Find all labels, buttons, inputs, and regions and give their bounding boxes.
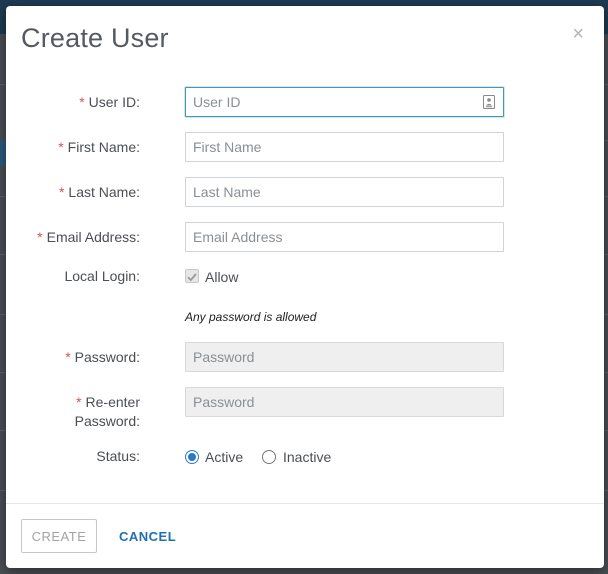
required-marker: * xyxy=(65,349,71,365)
user-id-label: * User ID: xyxy=(79,94,140,110)
reenter-password-label: * Re-enter Password: xyxy=(74,394,140,429)
create-button[interactable]: CREATE xyxy=(21,519,97,553)
status-inactive-radio[interactable] xyxy=(262,450,276,464)
dialog-title: Create User xyxy=(21,23,169,53)
required-marker: * xyxy=(79,94,85,110)
status-active-label: Active xyxy=(205,449,244,465)
close-icon[interactable]: × xyxy=(572,24,584,44)
allow-label: Allow xyxy=(205,269,239,285)
required-marker: * xyxy=(37,229,43,245)
last-name-label: * Last Name: xyxy=(58,184,140,200)
password-label: * Password: xyxy=(65,349,140,365)
allow-local-login-checkbox[interactable] xyxy=(185,269,199,283)
required-marker: * xyxy=(58,184,65,200)
required-marker: * xyxy=(58,139,64,155)
status-label: Status: xyxy=(96,448,140,464)
password-input[interactable] xyxy=(185,342,504,372)
reenter-password-input[interactable] xyxy=(185,387,504,417)
email-field[interactable] xyxy=(185,222,504,252)
contact-card-icon xyxy=(483,95,495,109)
footer-divider xyxy=(6,503,604,504)
first-name-label: * First Name: xyxy=(58,139,140,155)
first-name-input[interactable] xyxy=(185,132,504,162)
status-inactive-label: Inactive xyxy=(283,449,332,465)
local-login-label: Local Login: xyxy=(64,268,140,284)
email-label: * Email Address: xyxy=(37,229,140,245)
status-active-radio[interactable] xyxy=(185,450,199,464)
cancel-button[interactable]: CANCEL xyxy=(114,519,181,553)
last-name-input[interactable] xyxy=(185,177,504,207)
checkmark-icon xyxy=(187,273,197,282)
required-marker: * xyxy=(76,394,82,410)
password-hint: Any password is allowed xyxy=(185,310,317,324)
user-id-input[interactable] xyxy=(185,87,504,117)
create-user-dialog: Create User × *User ID: *First Name: *La… xyxy=(6,6,604,568)
